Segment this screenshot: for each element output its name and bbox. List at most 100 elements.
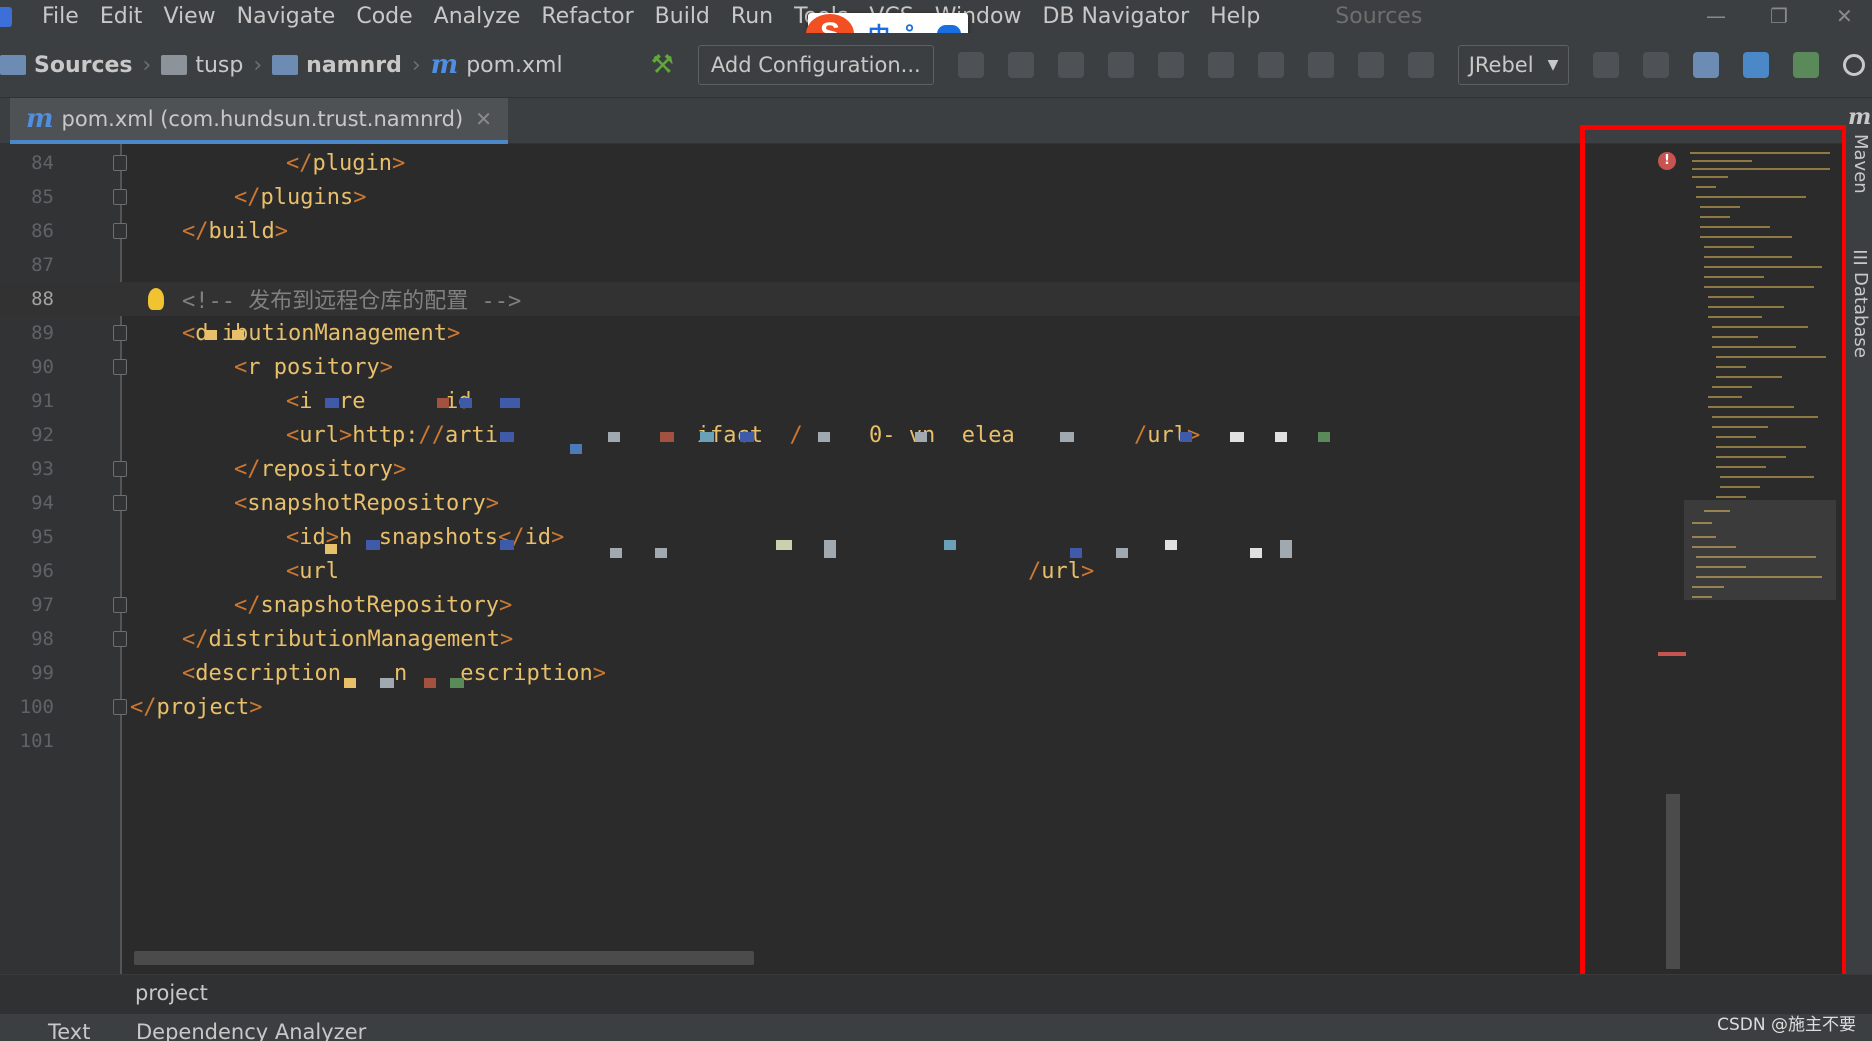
fold-marker-icon[interactable] bbox=[113, 699, 127, 715]
mask-pixel bbox=[380, 678, 394, 688]
watermark: CSDN @施主不要 bbox=[1717, 1015, 1856, 1035]
fold-marker-icon[interactable] bbox=[113, 461, 127, 477]
mask-pixel bbox=[325, 544, 337, 554]
line-number: 86 bbox=[31, 220, 54, 242]
menu-build[interactable]: Build bbox=[655, 4, 710, 29]
fold-marker-icon[interactable] bbox=[113, 631, 127, 647]
breadcrumb-pom[interactable]: pom.xml bbox=[466, 53, 562, 78]
horizontal-scrollbar[interactable] bbox=[134, 951, 754, 965]
breadcrumb-namnrd[interactable]: namnrd bbox=[306, 53, 402, 78]
code-comment: <!-- 发布到远程仓库的配置 --> bbox=[182, 289, 522, 314]
mask-pixel bbox=[205, 330, 217, 340]
restore-icon[interactable]: ❐ bbox=[1770, 4, 1788, 28]
breadcrumb-separator: › bbox=[253, 52, 263, 78]
debug-alt-icon[interactable] bbox=[1207, 52, 1234, 78]
menu-edit[interactable]: Edit bbox=[100, 4, 143, 29]
fold-marker-icon[interactable] bbox=[113, 325, 127, 341]
breadcrumb-sources[interactable]: Sources bbox=[34, 53, 133, 78]
mask-pixel bbox=[460, 398, 472, 408]
menu-db-navigator[interactable]: DB Navigator bbox=[1042, 4, 1189, 29]
maven-icon[interactable]: m bbox=[1848, 104, 1871, 130]
stop-icon[interactable] bbox=[1643, 52, 1670, 78]
database-tool-tab[interactable]: Database bbox=[1850, 272, 1871, 358]
menu-view[interactable]: View bbox=[163, 4, 215, 29]
jrebel-dropdown[interactable]: JRebel ▼ bbox=[1457, 45, 1570, 85]
line-number: 94 bbox=[31, 492, 54, 514]
code-text: </project> bbox=[130, 694, 263, 720]
jrebel-debug-icon[interactable] bbox=[1307, 52, 1334, 78]
mask-pixel bbox=[1275, 432, 1287, 442]
translate-icon[interactable] bbox=[1743, 52, 1770, 78]
mask-pixel bbox=[325, 398, 339, 408]
menu-code[interactable]: Code bbox=[356, 4, 412, 29]
attach-icon[interactable] bbox=[1407, 52, 1434, 78]
menu-refactor[interactable]: Refactor bbox=[541, 4, 633, 29]
fold-marker-icon[interactable] bbox=[113, 359, 127, 375]
mask-pixel bbox=[570, 444, 582, 454]
project-structure-icon[interactable] bbox=[1693, 52, 1720, 78]
breadcrumb: Sources › tusp › namnrd › m pom.xml bbox=[0, 50, 563, 80]
mask-pixel bbox=[660, 432, 674, 442]
mask-pixel bbox=[700, 432, 714, 442]
app-icon bbox=[0, 6, 12, 27]
code-line: 84 </plugin> bbox=[0, 146, 1580, 180]
menu-help[interactable]: Help bbox=[1210, 4, 1260, 29]
add-configuration-button[interactable]: Add Configuration... bbox=[697, 45, 934, 85]
code-text: </plugin> bbox=[286, 150, 406, 176]
build-hammer-icon[interactable]: ⚒ bbox=[651, 50, 674, 80]
mask-pixel bbox=[655, 548, 667, 558]
search-icon[interactable] bbox=[1843, 54, 1866, 76]
debug-icon[interactable] bbox=[1007, 52, 1034, 78]
deploy-icon[interactable] bbox=[1357, 52, 1384, 78]
hammer-alt-icon[interactable] bbox=[1593, 52, 1620, 78]
minimize-icon[interactable]: — bbox=[1706, 4, 1726, 28]
tab-dependency-analyzer[interactable]: Dependency Analyzer bbox=[136, 1020, 366, 1041]
code-line-current: 88 <!-- 发布到远程仓库的配置 --> bbox=[0, 282, 1580, 316]
close-window-icon[interactable]: ✕ bbox=[1836, 4, 1853, 28]
module-icon bbox=[0, 55, 26, 75]
jrebel-run-icon[interactable] bbox=[1257, 52, 1284, 78]
line-number: 99 bbox=[31, 662, 54, 684]
jrebel-label: JRebel bbox=[1468, 53, 1534, 77]
breadcrumb-tusp[interactable]: tusp bbox=[195, 53, 243, 78]
mask-pixel bbox=[437, 398, 449, 408]
fold-marker-icon[interactable] bbox=[113, 597, 127, 613]
run-icon[interactable] bbox=[957, 52, 984, 78]
code-line: 94 <snapshotRepository> bbox=[0, 486, 1580, 520]
tab-text[interactable]: Text bbox=[48, 1020, 90, 1041]
line-number: 98 bbox=[31, 628, 54, 650]
code-text: </distributionManagement> bbox=[182, 626, 514, 652]
mask-pixel bbox=[500, 540, 514, 550]
coverage-icon[interactable] bbox=[1057, 52, 1084, 78]
mask-pixel bbox=[1180, 432, 1192, 442]
mask-pixel bbox=[824, 540, 836, 558]
menu-run[interactable]: Run bbox=[731, 4, 773, 29]
profile-icon[interactable] bbox=[1107, 52, 1134, 78]
mask-pixel bbox=[610, 548, 622, 558]
database-icon[interactable]: ☰ bbox=[1850, 248, 1871, 269]
intention-bulb-icon[interactable] bbox=[148, 288, 164, 310]
menu-navigate[interactable]: Navigate bbox=[237, 4, 336, 29]
fold-marker-icon[interactable] bbox=[113, 495, 127, 511]
run-alt-icon[interactable] bbox=[1157, 52, 1184, 78]
xml-path[interactable]: project bbox=[135, 981, 208, 1005]
mask-pixel bbox=[424, 678, 436, 688]
maven-tool-tab[interactable]: Maven bbox=[1850, 134, 1871, 194]
line-number: 87 bbox=[31, 254, 54, 276]
presentation-icon[interactable] bbox=[1793, 52, 1820, 78]
code-text: </snapshotRepository> bbox=[234, 592, 513, 618]
code-line: 93 </repository> bbox=[0, 452, 1580, 486]
menu-file[interactable]: File bbox=[42, 4, 79, 29]
mask-pixel bbox=[1280, 540, 1292, 558]
mask-pixel bbox=[366, 540, 380, 550]
code-line: 87 bbox=[0, 248, 1580, 282]
fold-marker-icon[interactable] bbox=[113, 223, 127, 239]
tab-pom-xml[interactable]: m pom.xml (com.hundsun.trust.namnrd) ✕ bbox=[10, 98, 508, 144]
fold-marker-icon[interactable] bbox=[113, 155, 127, 171]
line-number: 93 bbox=[31, 458, 54, 480]
menu-analyze[interactable]: Analyze bbox=[434, 4, 521, 29]
close-tab-icon[interactable]: ✕ bbox=[475, 107, 492, 131]
code-editor[interactable]: 84 </plugin> 85 </plugins> 86 </build> 8… bbox=[0, 144, 1580, 974]
fold-marker-icon[interactable] bbox=[113, 189, 127, 205]
line-number: 101 bbox=[19, 730, 54, 752]
